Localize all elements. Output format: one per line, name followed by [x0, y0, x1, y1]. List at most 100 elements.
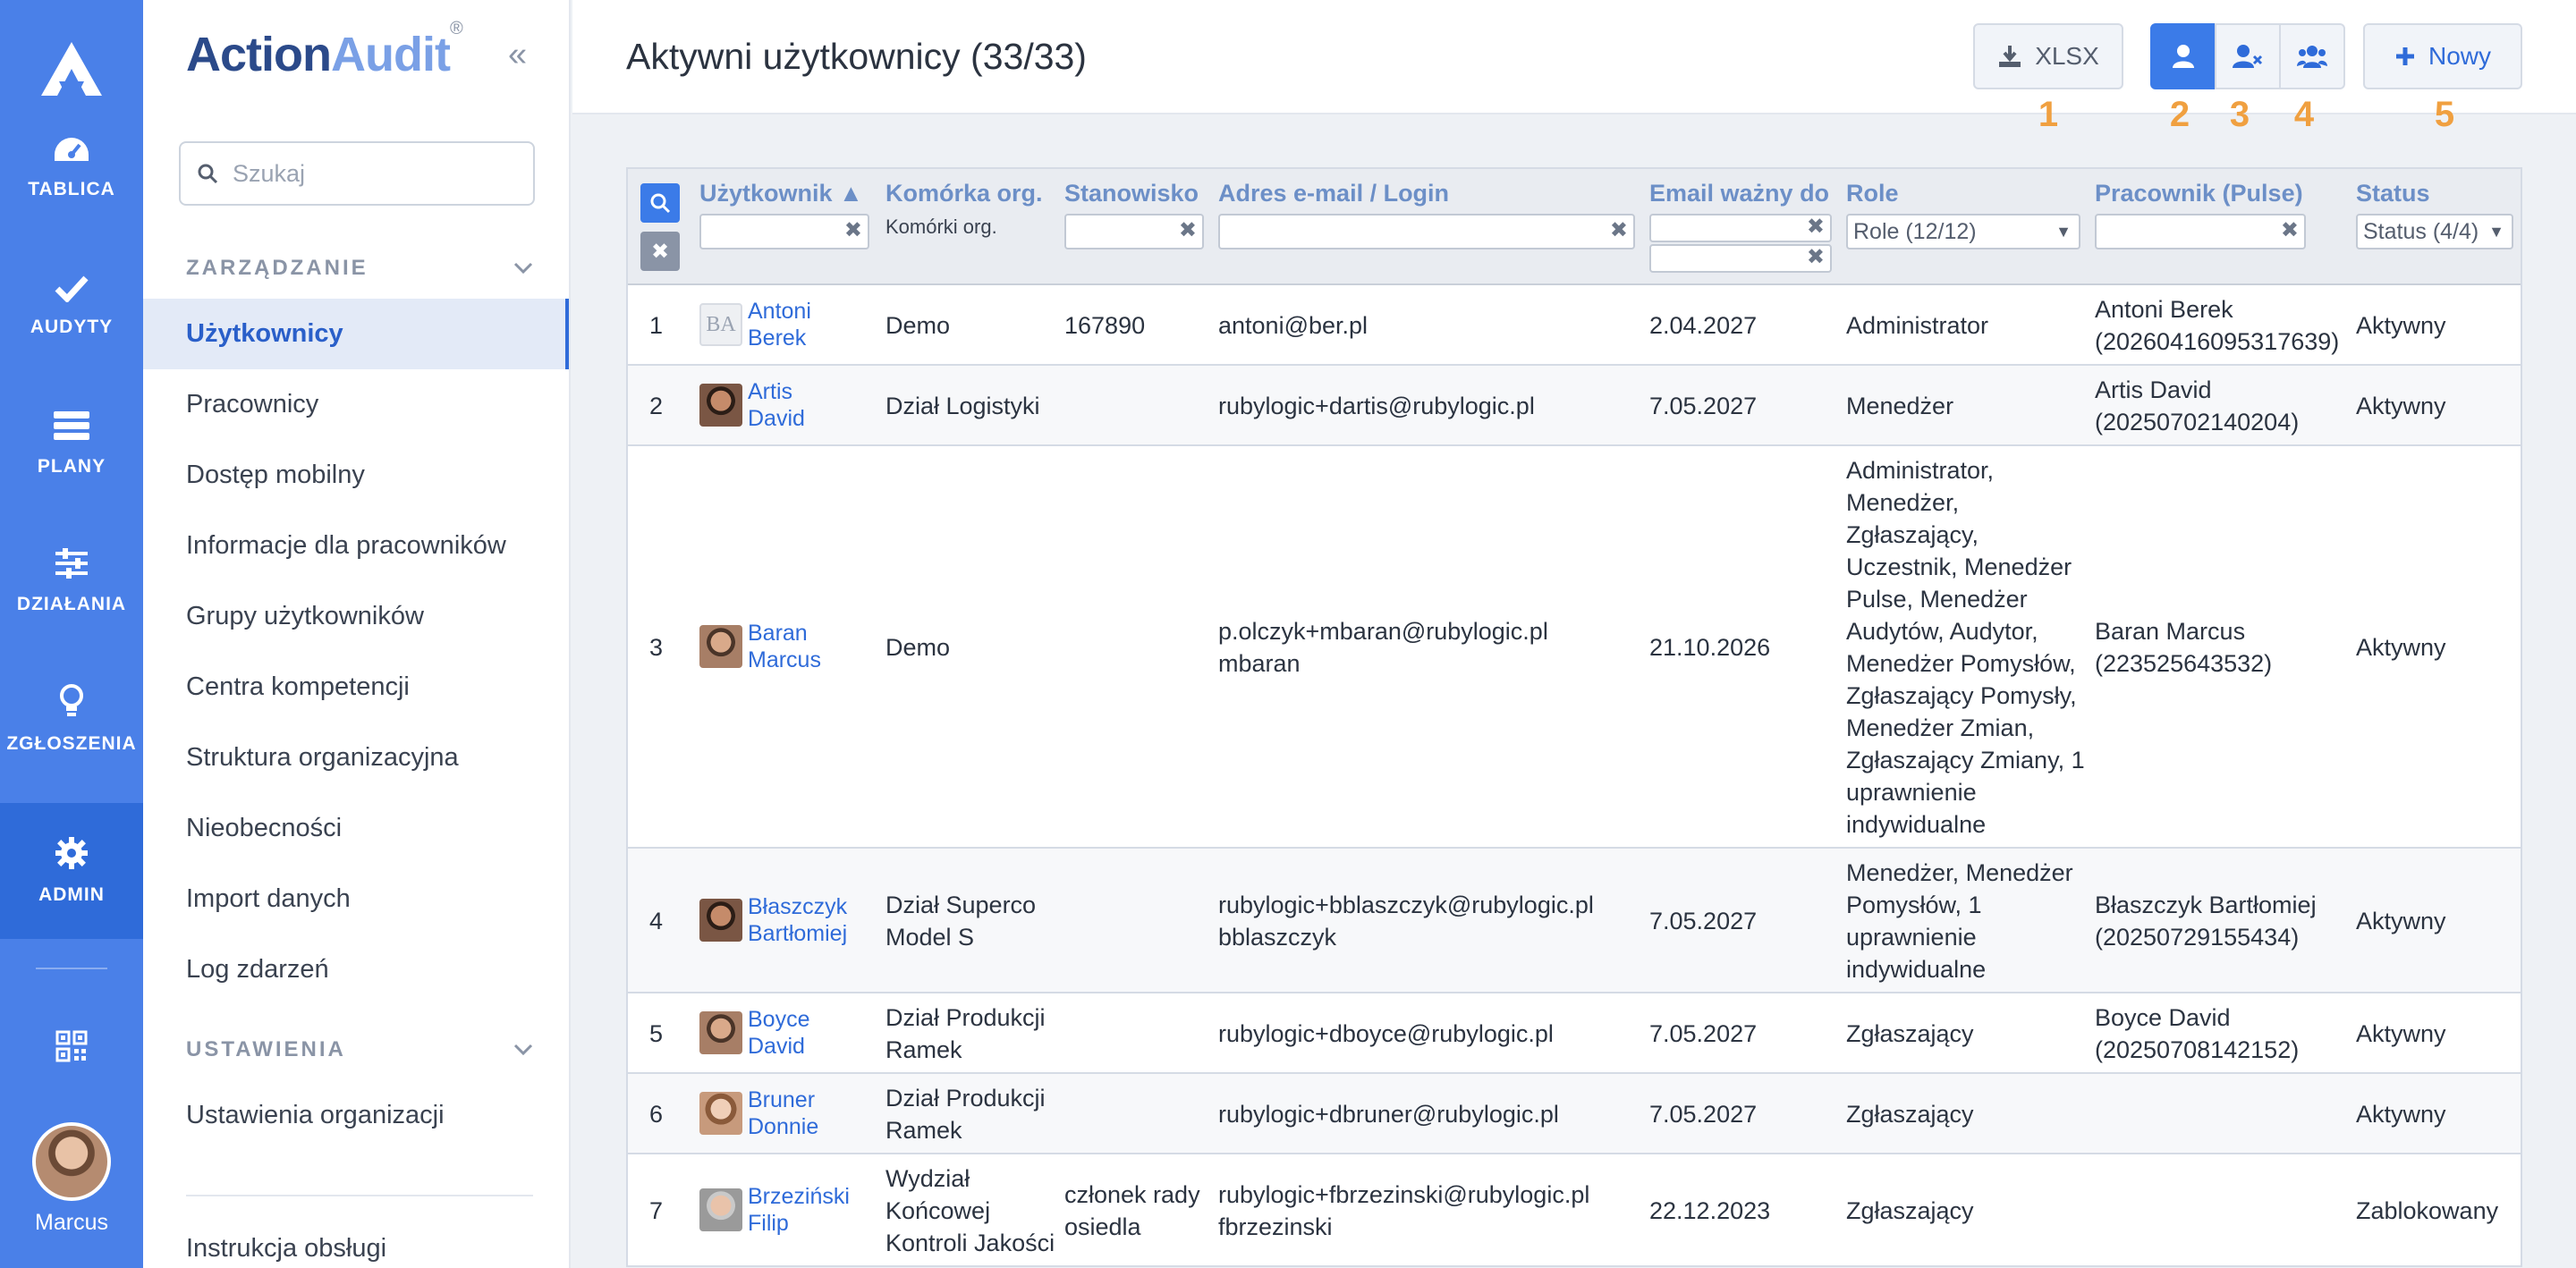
callout-4: 4: [2293, 95, 2315, 134]
employee-cell: Boyce David (20250708142152): [2095, 1002, 2299, 1066]
filter-position[interactable]: ✖: [1064, 214, 1204, 249]
user-first: Artis: [748, 379, 792, 404]
clear-filter-icon[interactable]: ✖: [1807, 244, 1825, 270]
callout-2: 2: [2169, 95, 2190, 134]
user-link[interactable]: Antoni Berek: [748, 298, 811, 351]
employee-id: (223525643532): [2095, 650, 2273, 677]
clear-filter-icon[interactable]: ✖: [1179, 217, 1197, 243]
user-link[interactable]: Artis David: [748, 378, 805, 432]
rail-item-reports[interactable]: ZGŁOSZENIA: [0, 651, 143, 787]
rail-item-plans[interactable]: PLANY: [0, 376, 143, 511]
user-link[interactable]: Bruner Donnie: [748, 1086, 818, 1140]
col-unit[interactable]: Komórka org.: [886, 180, 1043, 207]
filter-status-value: Status (4/4): [2363, 219, 2479, 244]
nav-item-users[interactable]: Użytkownicy: [143, 299, 569, 369]
unit-cell: Dział Produkcji Ramek: [886, 1004, 1046, 1063]
user-icon: [2173, 45, 2194, 68]
section-label: USTAWIENIA: [186, 1037, 346, 1061]
blocked-users-toggle[interactable]: [2215, 23, 2281, 89]
table-row[interactable]: 1 BA Antoni Berek Demo 167890 antoni@ber.…: [628, 285, 2521, 366]
col-user[interactable]: Użytkownik ▲: [699, 180, 863, 207]
col-status[interactable]: Status: [2356, 180, 2430, 207]
row-number: 2: [649, 393, 664, 419]
all-users-toggle[interactable]: [2279, 23, 2345, 89]
nav-item-org-settings[interactable]: Ustawienia organizacji: [143, 1080, 569, 1151]
search-input[interactable]: [233, 159, 501, 188]
user-first: Antoni: [748, 299, 811, 324]
rail-item-audits[interactable]: AUDYTY: [0, 238, 143, 374]
table-row[interactable]: 3 Baran Marcus Demo p.olczyk+mbaran@rubyl…: [628, 446, 2521, 849]
nav-item-employees[interactable]: Pracownicy: [143, 369, 569, 440]
filter-employee[interactable]: ✖: [2095, 214, 2306, 249]
avatar: [699, 899, 742, 942]
avatar: [699, 1188, 742, 1231]
user-link[interactable]: Baran Marcus: [748, 620, 821, 673]
user-first: Baran: [748, 621, 808, 646]
filter-valid-from[interactable]: ✖: [1649, 214, 1832, 242]
collapse-sidebar-icon[interactable]: «: [508, 36, 527, 74]
rail-item-admin[interactable]: ADMIN: [0, 803, 143, 939]
col-position[interactable]: Stanowisko: [1064, 180, 1199, 207]
email-cell: rubylogic+fbrzezinski@rubylogic.pl fbrzez…: [1218, 1179, 1589, 1243]
brand-logo[interactable]: ActionAudit®: [186, 19, 463, 82]
col-email[interactable]: Adres e-mail / Login: [1218, 180, 1449, 207]
nav-item-event-log[interactable]: Log zdarzeń: [143, 934, 569, 1005]
sliders-icon: [55, 548, 88, 579]
filter-unit[interactable]: Komórki org.: [886, 216, 997, 239]
table-row[interactable]: 5 Boyce David Dział Produkcji Ramek rubyl…: [628, 993, 2521, 1074]
employee-id: (20250702140204): [2095, 409, 2300, 435]
user-link[interactable]: Brzeziński Filip: [748, 1183, 850, 1237]
col-valid-until[interactable]: Email ważny do: [1649, 180, 1829, 207]
new-label: Nowy: [2428, 42, 2491, 70]
nav-item-mobile-access[interactable]: Dostęp mobilny: [143, 440, 569, 511]
status-cell: Aktywny: [2356, 1101, 2446, 1128]
clear-filter-icon[interactable]: ✖: [1610, 217, 1628, 243]
user-profile[interactable]: Marcus: [0, 1122, 143, 1236]
active-users-toggle[interactable]: [2150, 23, 2216, 89]
email-value: rubylogic+fbrzezinski@rubylogic.pl: [1218, 1181, 1590, 1208]
avatar: [699, 625, 742, 668]
users-group-icon: [2297, 46, 2327, 68]
employee-id: (20250708142152): [2095, 1036, 2300, 1063]
new-user-button[interactable]: Nowy: [2363, 23, 2522, 89]
nav-search[interactable]: [179, 141, 535, 206]
col-roles[interactable]: Role: [1846, 180, 1899, 207]
nav-item-competence-centers[interactable]: Centra kompetencji: [143, 652, 569, 723]
nav-item-data-import[interactable]: Import danych: [143, 864, 569, 934]
filter-email[interactable]: ✖: [1218, 214, 1635, 249]
filter-clear-button[interactable]: ✖: [640, 232, 680, 271]
chevron-down-icon: [513, 262, 533, 275]
nav-item-user-groups[interactable]: Grupy użytkowników: [143, 581, 569, 652]
filter-status-select[interactable]: Status (4/4) ▼: [2356, 214, 2513, 249]
clear-filter-icon[interactable]: ✖: [1807, 214, 1825, 240]
table-row[interactable]: 7 Brzeziński Filip Wydział Końcowej Kontr…: [628, 1154, 2521, 1267]
col-employee[interactable]: Pracownik (Pulse): [2095, 180, 2303, 207]
avatar[interactable]: [32, 1122, 111, 1201]
status-cell: Zablokowany: [2356, 1197, 2499, 1224]
table-row[interactable]: 4 Błaszczyk Bartłomiej Dział Superco Mode…: [628, 849, 2521, 993]
user-last: Marcus: [748, 647, 821, 672]
table-row[interactable]: 6 Bruner Donnie Dział Produkcji Ramek rub…: [628, 1074, 2521, 1154]
qr-code-icon[interactable]: [0, 1015, 143, 1078]
nav-item-employee-info[interactable]: Informacje dla pracowników: [143, 511, 569, 581]
nav-item-manual[interactable]: Instrukcja obsługi: [143, 1213, 569, 1268]
user-link[interactable]: Błaszczyk Bartłomiej: [748, 893, 847, 947]
filter-valid-to[interactable]: ✖: [1649, 244, 1832, 273]
nav-item-absences[interactable]: Nieobecności: [143, 793, 569, 864]
clear-filter-icon[interactable]: ✖: [2281, 217, 2299, 243]
position-cell: 167890: [1064, 312, 1146, 339]
rail-item-actions[interactable]: DZIAŁANIA: [0, 513, 143, 649]
clear-filter-icon[interactable]: ✖: [844, 217, 862, 243]
section-management[interactable]: ZARZĄDZANIE: [186, 256, 533, 281]
filter-user[interactable]: ✖: [699, 214, 869, 249]
user-link[interactable]: Boyce David: [748, 1006, 809, 1060]
nav-item-org-structure[interactable]: Struktura organizacyjna: [143, 723, 569, 793]
employee-name: Baran Marcus: [2095, 618, 2246, 645]
export-xlsx-button[interactable]: XLSX: [1973, 23, 2123, 89]
section-settings[interactable]: USTAWIENIA: [186, 1037, 533, 1062]
table-row[interactable]: 2 Artis David Dział Logistyki rubylogic+d…: [628, 366, 2521, 446]
filter-roles-select[interactable]: Role (12/12) ▼: [1846, 214, 2080, 249]
rail-item-dashboard[interactable]: TABLICA: [0, 100, 143, 236]
unit-cell: Wydział Końcowej Kontroli Jakości: [886, 1165, 1055, 1256]
filter-search-button[interactable]: [640, 183, 680, 223]
